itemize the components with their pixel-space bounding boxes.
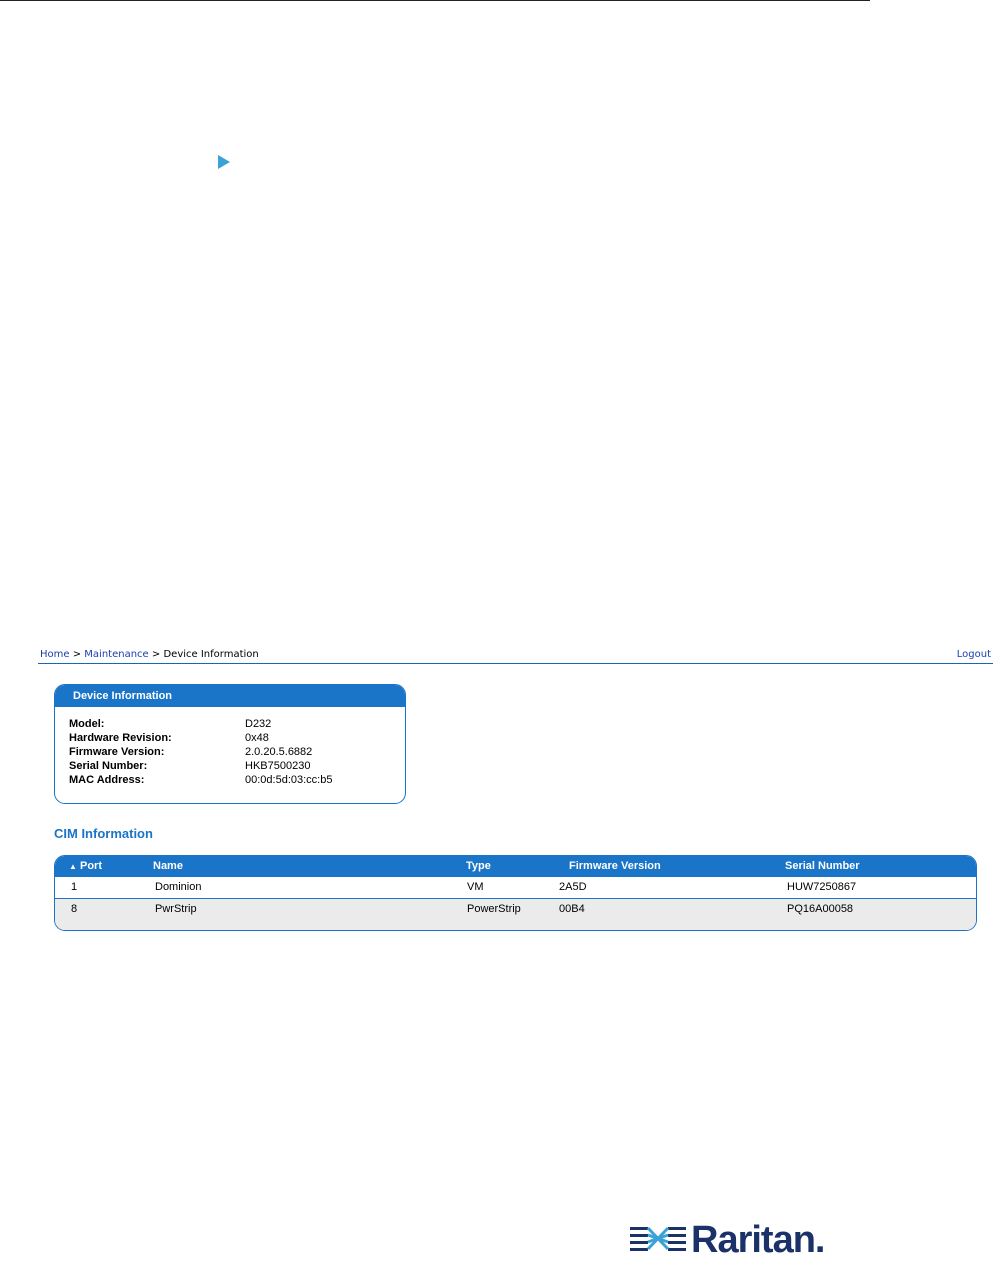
breadcrumb: Home > Maintenance > Device Information bbox=[40, 648, 259, 661]
column-header-label: Port bbox=[79, 860, 102, 872]
device-info-row-model: Model: D232 bbox=[69, 717, 389, 731]
device-info-label: MAC Address: bbox=[69, 774, 145, 786]
cell-name: PwrStrip bbox=[155, 903, 197, 915]
cell-firmware-version: 00B4 bbox=[559, 903, 585, 915]
breadcrumb-home-link[interactable]: Home bbox=[40, 649, 70, 660]
cell-type: VM bbox=[467, 881, 484, 893]
cim-information-table: ▲ Port Name Type Firmware Version Serial… bbox=[54, 855, 977, 931]
cell-port: 8 bbox=[71, 903, 78, 915]
table-header: ▲ Port Name Type Firmware Version Serial… bbox=[55, 856, 976, 877]
device-info-row-serial-number: Serial Number: HKB7500230 bbox=[69, 759, 389, 773]
device-info-value: HKB7500230 bbox=[245, 760, 311, 772]
breadcrumb-maintenance-link[interactable]: Maintenance bbox=[84, 649, 148, 660]
raritan-logo: Raritan. bbox=[628, 1218, 848, 1262]
cell-type: PowerStrip bbox=[467, 903, 521, 915]
breadcrumb-bar: Home > Maintenance > Device Information … bbox=[38, 648, 993, 664]
device-info-value: 0x48 bbox=[245, 732, 269, 744]
device-info-value: D232 bbox=[245, 718, 272, 730]
column-header-name[interactable]: Name bbox=[153, 856, 183, 877]
table-footer bbox=[55, 920, 976, 930]
cim-information-title: CIM Information bbox=[54, 826, 153, 841]
cell-port: 1 bbox=[71, 881, 78, 893]
device-info-label: Serial Number: bbox=[69, 760, 148, 772]
column-header-serial-number[interactable]: Serial Number bbox=[785, 856, 860, 877]
cell-serial-number: HUW7250867 bbox=[787, 881, 857, 893]
device-information-title: Device Information bbox=[55, 685, 405, 707]
device-info-value: 2.0.20.5.6882 bbox=[245, 746, 313, 758]
device-information-panel: Device Information Model: D232 Hardware … bbox=[54, 684, 406, 804]
breadcrumb-separator: > bbox=[72, 649, 82, 660]
device-info-label: Model: bbox=[69, 718, 105, 730]
breadcrumb-separator: > bbox=[151, 649, 161, 660]
table-row: 8 PwrStrip PowerStrip 00B4 PQ16A00058 bbox=[55, 899, 976, 920]
play-triangle-icon bbox=[218, 155, 230, 169]
column-header-type[interactable]: Type bbox=[466, 856, 491, 877]
raritan-logo-text: Raritan. bbox=[691, 1219, 825, 1261]
device-info-row-firmware-version: Firmware Version: 2.0.20.5.6882 bbox=[69, 745, 389, 759]
device-information-list: Model: D232 Hardware Revision: 0x48 Firm… bbox=[69, 717, 389, 787]
table-row: 1 Dominion VM 2A5D HUW7250867 bbox=[55, 877, 976, 899]
top-rule bbox=[0, 0, 870, 1]
sort-ascending-icon: ▲ bbox=[69, 862, 77, 871]
device-info-label: Hardware Revision: bbox=[69, 732, 172, 744]
cell-name: Dominion bbox=[155, 881, 202, 893]
column-header-firmware-version[interactable]: Firmware Version bbox=[569, 856, 661, 877]
column-header-port[interactable]: ▲ Port bbox=[69, 856, 102, 877]
device-info-value: 00:0d:5d:03:cc:b5 bbox=[245, 774, 333, 786]
device-info-label: Firmware Version: bbox=[69, 746, 165, 758]
breadcrumb-current: Device Information bbox=[163, 649, 259, 660]
logout-link[interactable]: Logout bbox=[957, 648, 991, 661]
device-info-row-mac-address: MAC Address: 00:0d:5d:03:cc:b5 bbox=[69, 773, 389, 787]
raritan-logo-icon bbox=[630, 1226, 686, 1251]
device-info-row-hardware-revision: Hardware Revision: 0x48 bbox=[69, 731, 389, 745]
cell-firmware-version: 2A5D bbox=[559, 881, 587, 893]
cell-serial-number: PQ16A00058 bbox=[787, 903, 854, 915]
